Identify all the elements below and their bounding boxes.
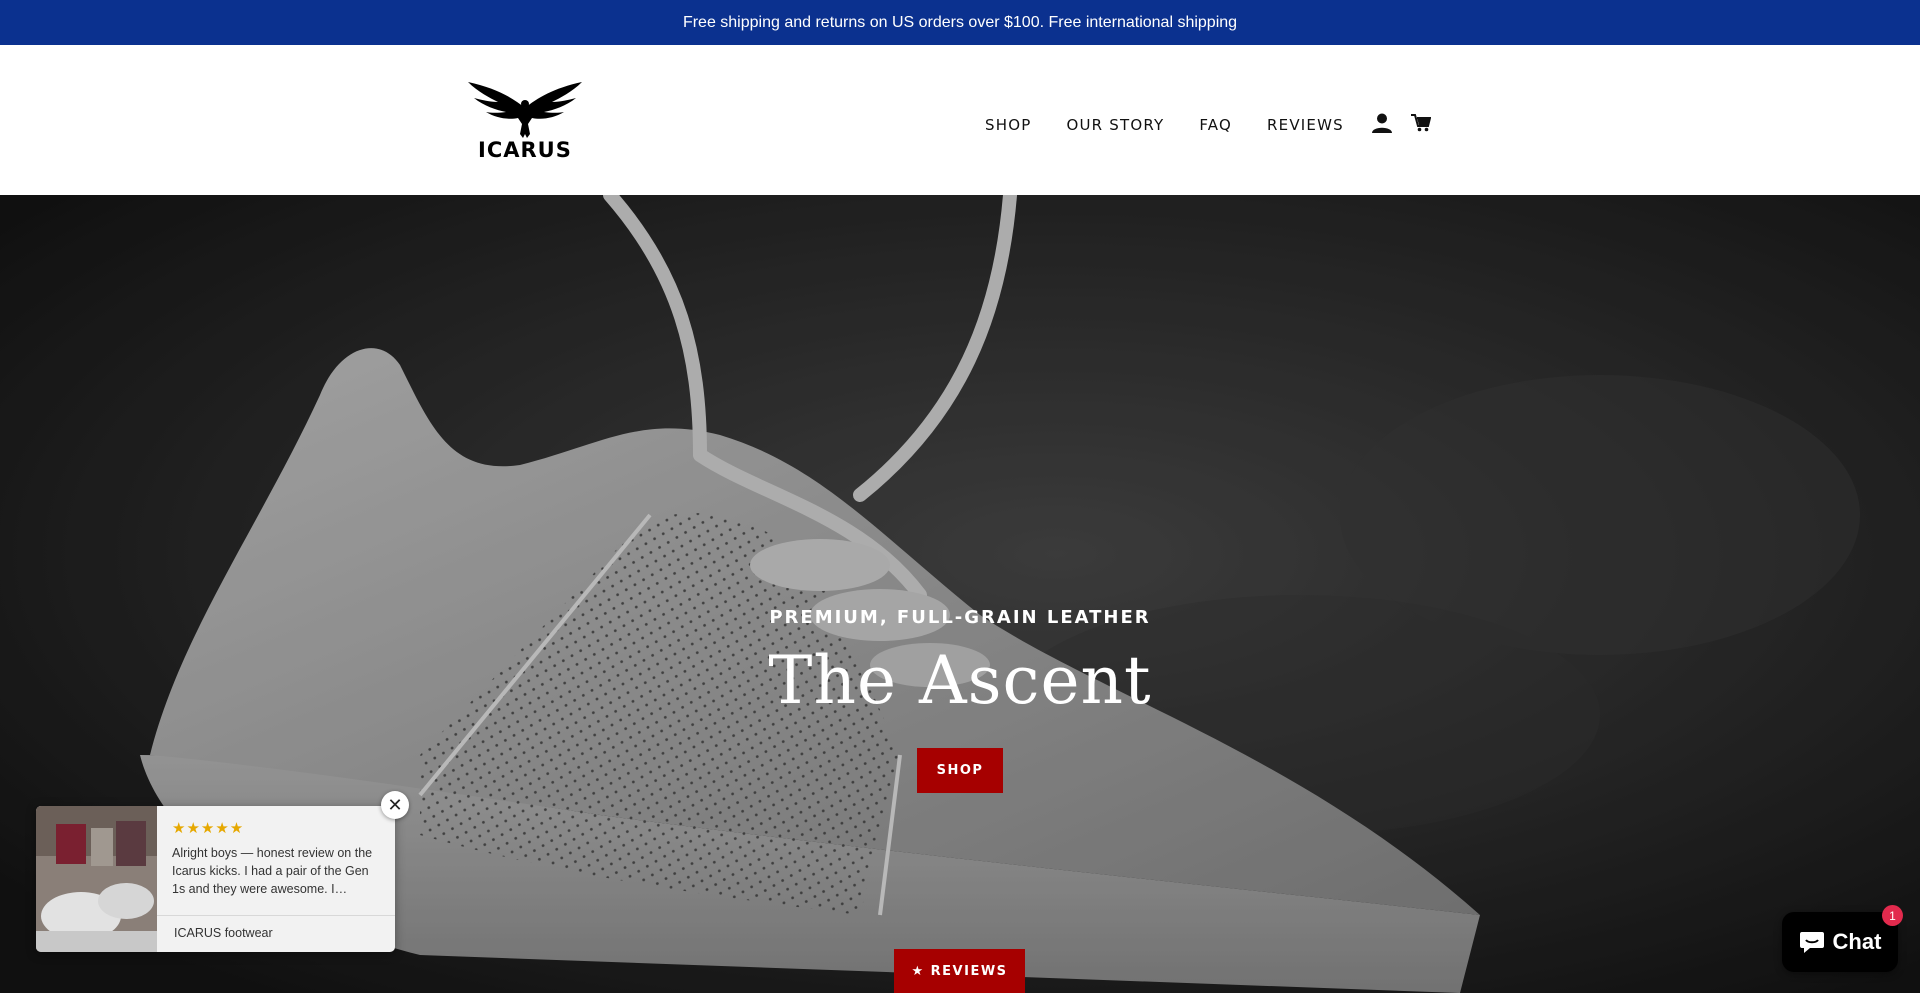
announcement-text: Free shipping and returns on US orders o… [682,13,1238,31]
user-icon[interactable] [1371,112,1393,139]
nav-faq[interactable]: FAQ [1199,116,1232,134]
nav-our-story[interactable]: OUR STORY [1066,116,1164,134]
review-popup[interactable]: ★★★★★ Alright boys — honest review on th… [36,806,395,952]
brand-logo[interactable]: ICARUS [468,78,582,166]
announcement-bar: Free shipping and returns on US orders o… [0,0,1920,45]
nav-reviews[interactable]: REVIEWS [1267,116,1344,134]
reviews-tab-button[interactable]: ★ REVIEWS [894,949,1025,993]
hero-shop-button[interactable]: SHOP [917,748,1003,793]
popup-close-button[interactable]: ✕ [381,791,409,819]
review-author: ICARUS footwear [174,926,273,940]
hero-subtitle: PREMIUM, FULL-GRAIN LEATHER [769,607,1151,628]
nav-shop[interactable]: SHOP [985,116,1031,134]
chat-bubble-icon [1799,932,1824,953]
review-text: Alright boys — honest review on the Icar… [172,846,373,896]
cart-icon[interactable] [1410,113,1432,137]
chat-notification-badge: 1 [1882,905,1903,926]
close-icon: ✕ [387,794,403,815]
main-nav: SHOP OUR STORY FAQ REVIEWS [985,109,1432,141]
review-divider [157,915,395,916]
review-stars: ★★★★★ [172,820,245,837]
brand-name: ICARUS [478,138,572,162]
chat-button[interactable]: Chat [1782,912,1898,972]
site-header: ICARUS SHOP OUR STORY FAQ REVIEWS [0,45,1920,195]
chat-label: Chat [1832,929,1882,954]
hero-title: The Ascent [768,642,1152,719]
review-photo-thumbnail [36,806,157,952]
